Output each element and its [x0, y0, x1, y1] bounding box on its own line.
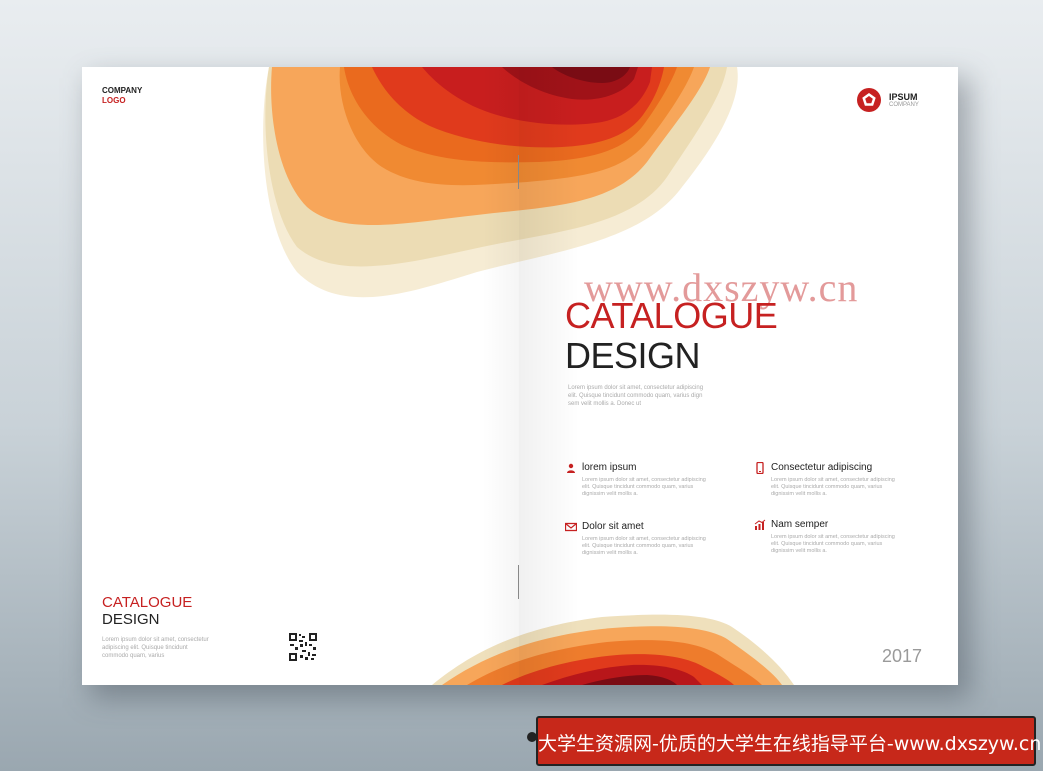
feature-text: Lorem ipsum dolor sit amet, consectetur …	[771, 477, 895, 497]
feature-text: Lorem ipsum dolor sit amet, consectetur …	[771, 534, 895, 554]
company-logo: COMPANY LOGO	[102, 86, 142, 106]
papercut-top	[263, 67, 738, 298]
feature-text: Lorem ipsum dolor sit amet, consectetur …	[582, 477, 706, 497]
phone-icon	[756, 462, 764, 474]
catalogue-spread: COMPANY LOGO CATALOGUE DESIGN Lorem ipsu…	[82, 67, 958, 685]
back-cover-title-line1: CATALOGUE	[102, 594, 193, 611]
feature-title: lorem ipsum	[582, 462, 637, 473]
back-cover-title-line2: DESIGN	[102, 611, 160, 628]
company-logo-line2: LOGO	[102, 96, 126, 105]
banner-text: 大学生资源网-优质的大学生在线指导平台-www.dxszyw.cn	[538, 733, 1042, 755]
fold-mark-bottom	[518, 565, 519, 599]
pentagon-logo-icon	[857, 88, 881, 112]
feature-title: Dolor sit amet	[582, 521, 644, 532]
cover-title-line1: CATALOGUE	[565, 295, 778, 336]
feature-text: Lorem ipsum dolor sit amet, consectetur …	[582, 536, 706, 556]
site-banner[interactable]: 大学生资源网-优质的大学生在线指导平台-www.dxszyw.cn	[536, 716, 1042, 766]
papercut-bottom	[432, 614, 794, 685]
cover-year: 2017	[882, 646, 923, 666]
feature-title: Nam semper	[771, 519, 829, 530]
mail-icon	[565, 522, 577, 532]
brand-name: IPSUM	[889, 92, 918, 102]
brand-subtitle: COMPANY	[889, 102, 919, 108]
company-logo-line1: COMPANY	[102, 86, 143, 95]
chart-icon	[754, 519, 766, 530]
fold-mark-top	[518, 155, 519, 189]
papercut-artwork	[263, 67, 794, 685]
cover-intro-text: Lorem ipsum dolor sit amet, consectetur …	[568, 385, 704, 407]
back-cover-body: Lorem ipsum dolor sit amet, consectetur …	[102, 637, 209, 659]
qr-code-icon	[288, 632, 318, 662]
feature-title: Consectetur adipiscing	[771, 462, 873, 473]
user-icon	[567, 463, 575, 473]
cover-title-line2: DESIGN	[565, 335, 701, 376]
